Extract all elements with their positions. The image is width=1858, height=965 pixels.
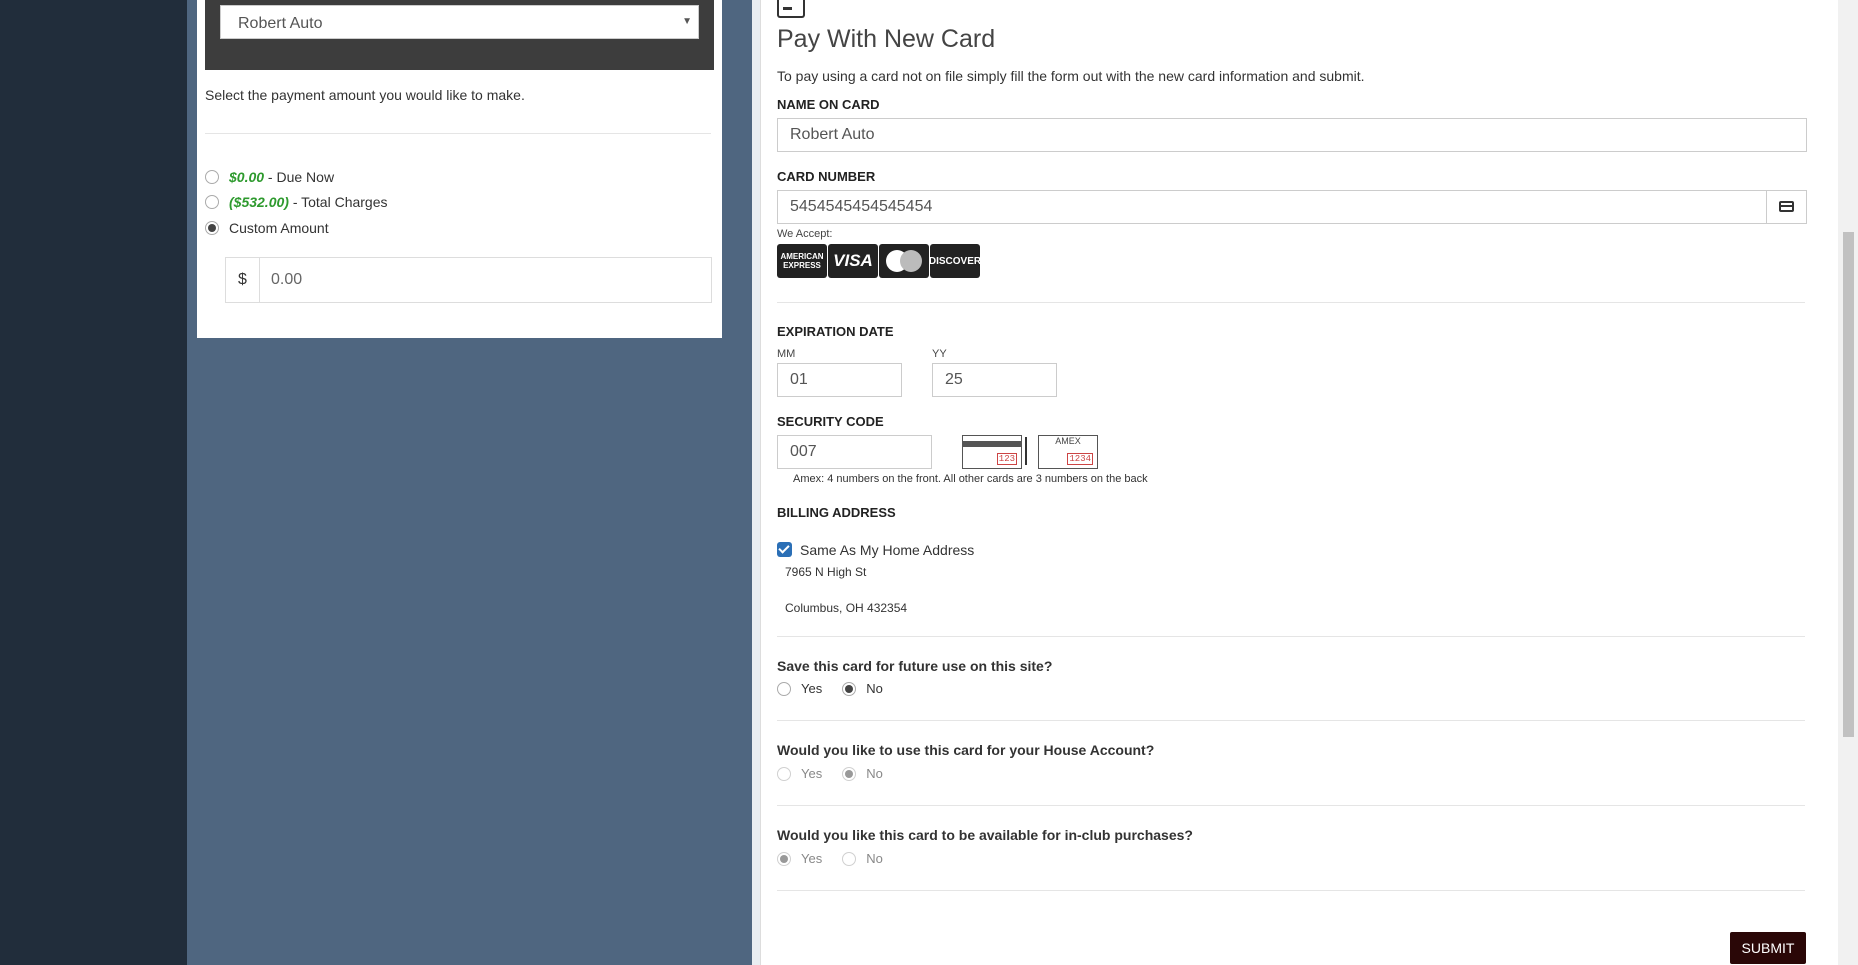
address-line-2: Columbus, OH 432354 [785, 601, 908, 615]
card-number-input[interactable]: 5454545454545454 [777, 190, 1807, 224]
in-club-no-label: No [866, 851, 883, 866]
in-club-no-radio[interactable] [842, 851, 857, 866]
divider [777, 302, 1805, 303]
account-select-value: Robert Auto [238, 15, 323, 32]
option-custom-amount[interactable]: Custom Amount [205, 218, 329, 238]
year-label: YY [932, 348, 947, 360]
expiration-date-label: EXPIRATION DATE [777, 324, 894, 339]
save-card-options: Yes No [777, 681, 903, 696]
in-club-yes-radio[interactable] [777, 851, 791, 866]
house-account-yes-label: Yes [801, 766, 823, 781]
total-charges-label: - Total Charges [288, 194, 388, 210]
save-card-no-label: No [866, 681, 883, 696]
amex-front-code: 1234 [1067, 453, 1093, 465]
credit-card-icon [1779, 201, 1794, 212]
card-back-image: 123 [962, 435, 1022, 469]
billing-address-label: BILLING ADDRESS [777, 505, 896, 520]
custom-amount-field[interactable]: $ 0.00 [225, 257, 712, 303]
due-now-amount: $0.00 [229, 169, 265, 185]
month-label: MM [777, 348, 796, 360]
in-club-yes-label: Yes [801, 851, 823, 866]
option-due-now[interactable]: $0.00 - Due Now [205, 167, 334, 187]
card-type-button[interactable] [1766, 191, 1806, 223]
security-code-input[interactable]: 007 [777, 435, 932, 469]
card-number-value: 5454545454545454 [790, 198, 933, 215]
due-now-label: - Due Now [264, 169, 335, 185]
currency-symbol: $ [226, 258, 260, 302]
discover-logo: DISCOVER [929, 244, 981, 278]
save-card-question: Save this card for future use on this si… [777, 658, 1053, 674]
total-charges-radio[interactable] [205, 195, 219, 209]
security-code-label: SECURITY CODE [777, 414, 884, 429]
name-on-card-label: NAME ON CARD [777, 97, 880, 112]
chevron-down-icon: ▼ [682, 16, 692, 27]
in-club-question: Would you like this card to be available… [777, 827, 1193, 843]
app-sidebar [0, 0, 187, 965]
vertical-scrollbar[interactable] [1838, 0, 1858, 965]
form-instruction: To pay using a card not on file simply f… [777, 68, 1365, 84]
divider [777, 805, 1805, 806]
divider [777, 720, 1805, 721]
amex-logo: AMERICAN EXPRESS [777, 244, 827, 278]
house-account-no-radio[interactable] [842, 766, 857, 781]
form-title: Pay With New Card [777, 25, 996, 53]
name-on-card-input[interactable]: Robert Auto [777, 118, 1807, 152]
submit-button[interactable]: SUBMIT [1730, 932, 1806, 964]
exp-month-input[interactable]: 01 [777, 363, 902, 397]
custom-amount-input[interactable]: 0.00 [271, 271, 302, 289]
option-total-charges[interactable]: ($532.00) - Total Charges [205, 192, 388, 212]
exp-year-value: 25 [945, 371, 963, 388]
divider [777, 890, 1805, 891]
scrollbar-thumb[interactable] [1843, 232, 1854, 737]
same-address-label: Same As My Home Address [800, 542, 975, 558]
mastercard-logo [879, 244, 929, 278]
we-accept-label: We Accept: [777, 228, 833, 240]
accepted-cards: AMERICAN EXPRESS VISA DISCOVER [777, 244, 981, 278]
amex-front-label: AMEX [1055, 436, 1081, 446]
exp-year-input[interactable]: 25 [932, 363, 1057, 397]
visa-logo: VISA [828, 244, 878, 278]
house-account-no-label: No [866, 766, 883, 781]
account-selector-bar: Robert Auto ▼ [205, 0, 714, 70]
house-account-options: Yes No [777, 766, 903, 781]
save-card-no-radio[interactable] [842, 681, 857, 696]
save-card-yes-radio[interactable] [777, 681, 791, 696]
total-charges-amount: ($532.00) [229, 194, 289, 210]
custom-amount-label: Custom Amount [229, 220, 329, 236]
in-club-options: Yes No [777, 851, 903, 866]
panel-gutter [752, 0, 760, 965]
name-on-card-value: Robert Auto [790, 126, 875, 143]
payment-amount-instruction: Select the payment amount you would like… [205, 87, 525, 103]
payment-amount-panel: Robert Auto ▼ Select the payment amount … [197, 0, 722, 338]
account-select[interactable]: Robert Auto ▼ [220, 5, 699, 39]
house-account-question: Would you like to use this card for your… [777, 742, 1155, 758]
house-account-yes-radio[interactable] [777, 766, 791, 781]
security-code-value: 007 [790, 443, 817, 460]
card-back-code: 123 [996, 453, 1017, 465]
exp-month-value: 01 [790, 371, 808, 388]
same-address-checkbox[interactable] [777, 542, 792, 557]
address-line-1: 7965 N High St [785, 565, 867, 579]
mastercard-circles [886, 250, 922, 272]
credit-card-icon [777, 0, 805, 18]
amex-front-image: AMEX 1234 [1038, 435, 1098, 469]
new-card-form: Pay With New Card To pay using a card no… [760, 0, 1839, 965]
custom-amount-radio[interactable] [205, 221, 219, 235]
divider [777, 636, 1805, 637]
card-number-label: CARD NUMBER [777, 169, 876, 184]
save-card-yes-label: Yes [801, 681, 823, 696]
divider [205, 133, 711, 134]
separator [1025, 437, 1027, 465]
due-now-radio[interactable] [205, 170, 219, 184]
security-code-note: Amex: 4 numbers on the front. All other … [793, 473, 1148, 485]
